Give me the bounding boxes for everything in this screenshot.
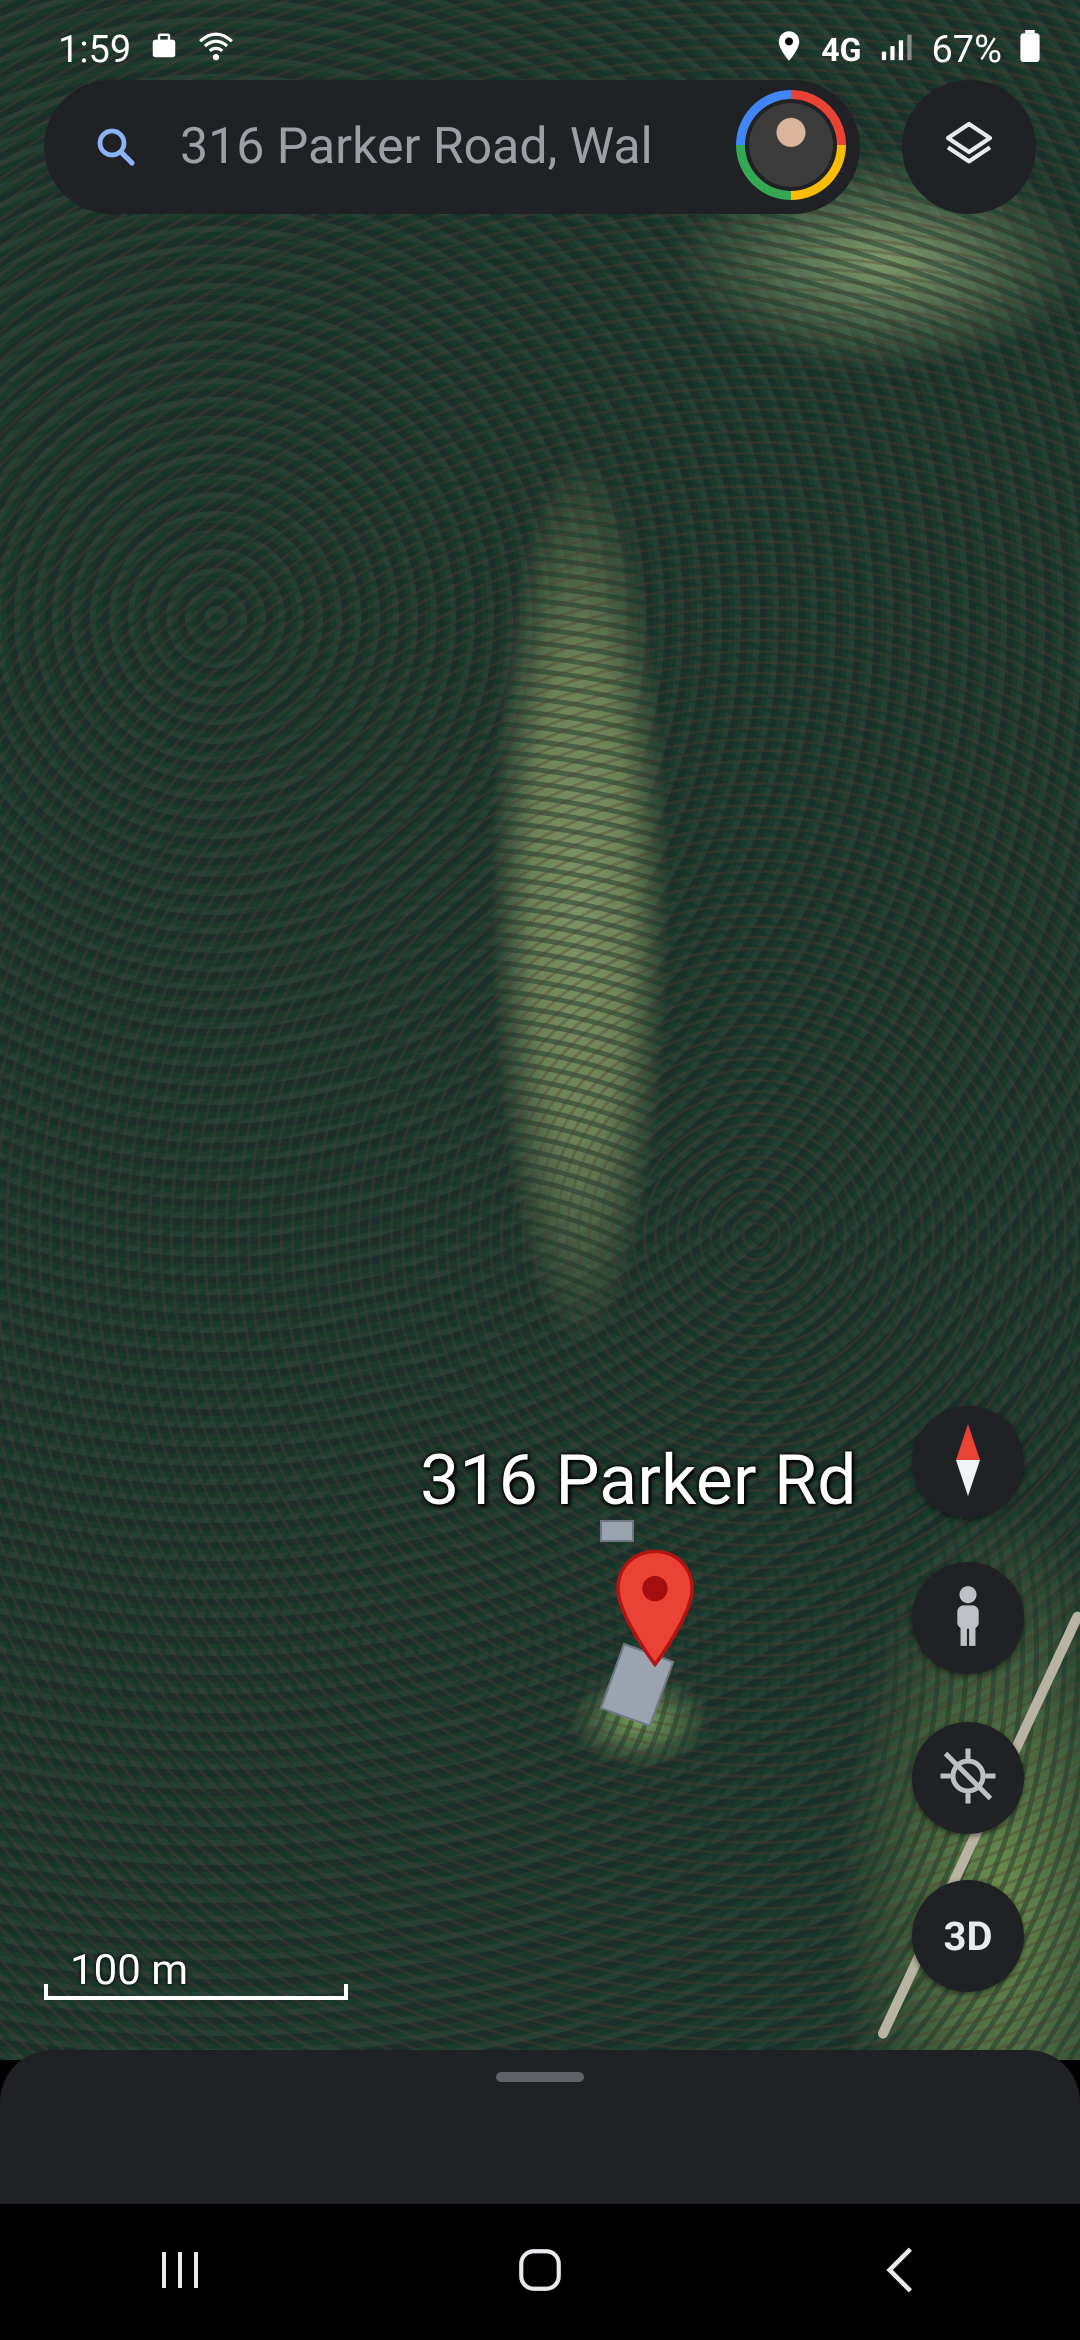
network-type: 4G [821,31,862,69]
search-icon[interactable] [92,123,140,171]
search-bar[interactable]: 316 Parker Road, Wal [44,80,860,214]
scale-bar: 100 m [44,1946,348,2000]
location-icon [775,29,803,71]
outbuilding [600,1520,634,1542]
battery-percentage: 67% [931,28,1002,72]
system-nav-bar [0,2204,1080,2340]
3d-button[interactable]: 3D [912,1880,1024,1992]
compass-button[interactable] [912,1406,1024,1518]
wifi-icon [197,30,235,70]
my-location-button[interactable] [912,1722,1024,1834]
back-icon [882,2245,918,2299]
place-label[interactable]: 316 Parker Rd [420,1440,857,1522]
briefcase-icon [149,31,179,69]
back-button[interactable] [840,2222,960,2322]
status-time: 1:59 [58,28,132,72]
account-avatar[interactable] [736,90,846,200]
recents-button[interactable] [120,2222,240,2322]
my-location-icon [938,1746,998,1810]
street-view-button[interactable] [912,1562,1024,1674]
search-input[interactable]: 316 Parker Road, Wal [180,118,720,176]
3d-label: 3D [943,1912,993,1960]
recents-icon [156,2248,204,2296]
home-icon [515,2245,565,2299]
drag-handle[interactable] [496,2072,584,2082]
bottom-sheet[interactable] [0,2050,1080,2204]
battery-icon [1020,30,1040,70]
avatar-photo [745,99,837,191]
map-pin-icon[interactable] [612,1548,698,1668]
layers-icon [941,117,997,177]
home-button[interactable] [480,2222,600,2322]
compass-icon [948,1420,988,1504]
signal-icon [879,31,913,69]
scale-line [44,1984,348,2000]
pegman-icon [946,1584,990,1652]
layers-button[interactable] [902,80,1036,214]
